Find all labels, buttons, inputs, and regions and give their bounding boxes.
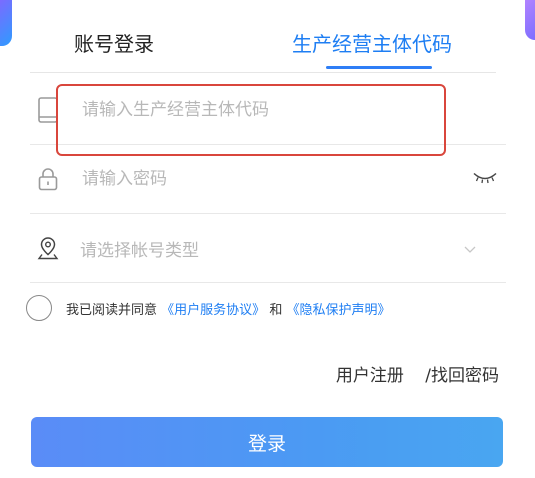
lock-icon bbox=[36, 167, 60, 191]
agreement-and: 和 bbox=[269, 302, 283, 318]
account-type-field: 请选择帐号类型 bbox=[30, 214, 506, 283]
agreement-row: 我已阅读并同意 《用户服务协议》 和 《隐私保护声明》 bbox=[26, 294, 390, 322]
agreement-prefix: 我已阅读并同意 bbox=[66, 302, 158, 318]
active-tab-indicator bbox=[326, 66, 432, 69]
password-input[interactable] bbox=[80, 163, 444, 195]
background-decoration-left bbox=[0, 0, 12, 46]
location-pin-icon bbox=[36, 236, 60, 260]
account-type-placeholder: 请选择帐号类型 bbox=[80, 240, 199, 261]
agreement-text: 我已阅读并同意 《用户服务协议》 和 《隐私保护声明》 bbox=[66, 299, 390, 318]
eye-closed-icon[interactable] bbox=[472, 170, 498, 189]
account-links: 用户注册 /找回密码 bbox=[336, 361, 499, 386]
agreement-radio[interactable] bbox=[26, 295, 52, 321]
password-field bbox=[30, 145, 506, 214]
account-type-select[interactable]: 请选择帐号类型 bbox=[80, 233, 480, 263]
background-decoration-right bbox=[525, 0, 535, 40]
retrieve-password-link[interactable]: /找回密码 bbox=[425, 366, 499, 386]
tab-entity-code[interactable]: 生产经营主体代码 bbox=[292, 31, 452, 57]
tab-account-login[interactable]: 账号登录 bbox=[74, 31, 154, 57]
user-service-link[interactable]: 《用户服务协议》 bbox=[161, 303, 265, 318]
privacy-link[interactable]: 《隐私保护声明》 bbox=[286, 303, 390, 318]
register-link[interactable]: 用户注册 bbox=[336, 366, 404, 386]
login-button[interactable]: 登录 bbox=[31, 417, 503, 467]
chevron-down-icon[interactable] bbox=[464, 239, 476, 258]
